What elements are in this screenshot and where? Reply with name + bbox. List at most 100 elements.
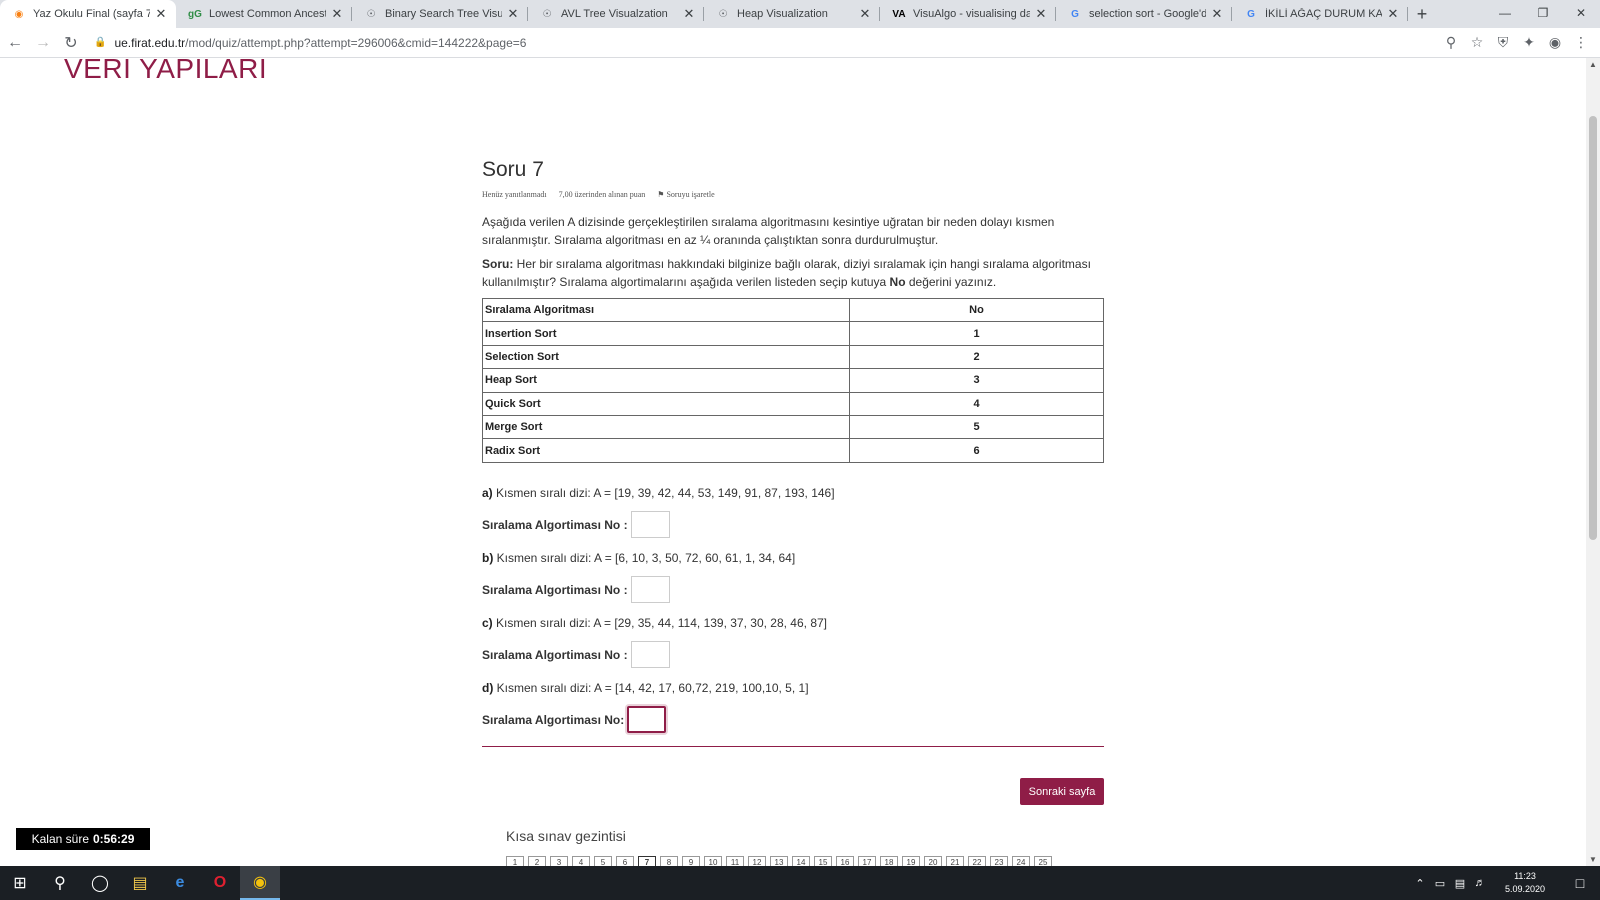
question-block: Soru 7 Henüz yanıtlanmadı 7,00 üzerinden… [482, 158, 1104, 743]
next-page-button[interactable]: Sonraki sayfa [1020, 778, 1104, 805]
quiz-nav-page[interactable]: 13 [770, 856, 788, 866]
quiz-nav-page[interactable]: 10 [704, 856, 722, 866]
reload-icon[interactable]: ↻ [58, 30, 84, 56]
forward-arrow-icon[interactable]: → [30, 30, 56, 56]
close-tab-icon[interactable]: ✕ [330, 6, 344, 22]
answer-parts: a) Kısmen sıralı dizi: A = [19, 39, 42, … [482, 483, 1104, 734]
quiz-nav-page[interactable]: 14 [792, 856, 810, 866]
extensions-icon[interactable]: ✦ [1516, 30, 1542, 56]
close-tab-icon[interactable]: ✕ [1034, 6, 1048, 22]
close-tab-icon[interactable]: ✕ [1386, 6, 1400, 22]
close-tab-icon[interactable]: ✕ [154, 6, 168, 22]
answer-input[interactable] [627, 706, 667, 734]
task-view-icon[interactable]: ◯ [80, 866, 120, 900]
search-icon[interactable]: ⚲ [40, 866, 80, 900]
chrome-icon[interactable]: ◉ [240, 866, 280, 900]
lock-icon: 🔒 [94, 37, 107, 48]
quiz-nav-page[interactable]: 16 [836, 856, 854, 866]
quiz-nav-page[interactable]: 23 [990, 856, 1008, 866]
quiz-nav-page[interactable]: 6 [616, 856, 634, 866]
close-tab-icon[interactable]: ✕ [506, 6, 520, 22]
quiz-nav-page[interactable]: 18 [880, 856, 898, 866]
browser-tab[interactable]: VA VisuAlgo - visualising data s ✕ [880, 0, 1056, 28]
close-tab-icon[interactable]: ✕ [1210, 6, 1224, 22]
table-header-row: Sıralama Algoritması No [482, 297, 1104, 323]
file-explorer-icon[interactable]: ▤ [120, 866, 160, 900]
flag-question-link[interactable]: ⚑ Soruyu işaretle [657, 190, 714, 199]
network-icon[interactable]: ▤ [1450, 877, 1470, 890]
table-row: Insertion Sort 1 [482, 321, 1104, 346]
browser-tab[interactable]: ◉ Yaz Okulu Final (sayfa 7 / 33 ✕ [0, 0, 176, 28]
scroll-up-icon[interactable]: ▲ [1586, 60, 1600, 69]
zoom-icon[interactable]: ⚲ [1438, 30, 1464, 56]
quiz-nav-page[interactable]: 2 [528, 856, 546, 866]
quiz-nav-page[interactable]: 15 [814, 856, 832, 866]
quiz-nav-page[interactable]: 1 [506, 856, 524, 866]
quiz-nav-page[interactable]: 8 [660, 856, 678, 866]
scrollbar-thumb[interactable] [1589, 116, 1597, 540]
quiz-nav-page[interactable]: 3 [550, 856, 568, 866]
quiz-nav-page[interactable]: 9 [682, 856, 700, 866]
new-tab-button[interactable]: + [1408, 0, 1436, 28]
notifications-icon[interactable]: □ [1560, 875, 1600, 891]
browser-tab[interactable]: ☉ Heap Visualization ✕ [704, 0, 880, 28]
opera-icon[interactable]: O [200, 866, 240, 900]
quiz-nav-page[interactable]: 22 [968, 856, 986, 866]
quiz-nav-page[interactable]: 12 [748, 856, 766, 866]
page-scrollbar[interactable]: ▲ ▼ [1586, 58, 1600, 866]
address-bar[interactable]: 🔒 ue.firat.edu.tr/mod/quiz/attempt.php?a… [94, 30, 1438, 56]
star-icon[interactable]: ☆ [1464, 30, 1490, 56]
minimize-icon[interactable]: — [1486, 0, 1524, 26]
menu-icon[interactable]: ⋮ [1568, 30, 1594, 56]
browser-tab[interactable]: G İKİLİ AĞAÇ DURUM KARMA ✕ [1232, 0, 1408, 28]
moodle-icon: ◉ [14, 8, 24, 20]
close-tab-icon[interactable]: ✕ [858, 6, 872, 22]
tray-chevron-icon[interactable]: ⌃ [1410, 877, 1430, 890]
edge-icon[interactable]: e [160, 866, 200, 900]
algorithm-no: 6 [849, 438, 1104, 463]
quiz-nav-page[interactable]: 5 [594, 856, 612, 866]
browser-tab[interactable]: ☉ AVL Tree Visualzation ✕ [528, 0, 704, 28]
partial-array-line: c) Kısmen sıralı dizi: A = [29, 35, 44, … [482, 615, 828, 630]
answer-input[interactable] [630, 641, 670, 669]
geeks-icon: gG [188, 8, 202, 20]
browser-tab[interactable]: ☉ Binary Search Tree Visualiza ✕ [352, 0, 528, 28]
close-window-icon[interactable]: ✕ [1562, 0, 1600, 26]
quiz-nav-page[interactable]: 11 [726, 856, 744, 866]
algorithm-no: 2 [849, 344, 1104, 370]
visualgo-icon: VA [892, 8, 906, 20]
quiz-navigation: 1 2 3 4 5 6 7 8 9 10 11 12 13 14 15 16 17 18 19 20 21 22 23 24 2… [506, 856, 1052, 866]
answer-input[interactable] [630, 576, 670, 604]
algorithm-table: Sıralama Algoritması No Insertion Sort 1 S… [482, 297, 1104, 463]
table-row: Heap Sort 3 [482, 368, 1104, 393]
battery-icon[interactable]: ▭ [1430, 877, 1450, 890]
browser-tab[interactable]: Gselection sort - Google'da A ✕ [1056, 0, 1232, 28]
quiz-nav-page[interactable]: 25 [1034, 856, 1052, 866]
browser-tab[interactable]: gG Lowest Common Ancestor ✕ [176, 0, 352, 28]
quiz-nav-page[interactable]: 24 [1012, 856, 1030, 866]
url-path: /mod/quiz/attempt.php?attempt=296006&cmi… [185, 35, 527, 50]
question-marks: 7,00 üzerinden alınan puan [558, 190, 646, 199]
tab-title: selection sort - Google'da A [1089, 8, 1206, 20]
volume-icon[interactable]: ♬ [1470, 877, 1490, 889]
url-host: ue.firat.edu.tr [114, 35, 186, 50]
restore-icon[interactable]: ❐ [1524, 0, 1562, 26]
quiz-nav-page[interactable]: 21 [946, 856, 964, 866]
back-arrow-icon[interactable]: ← [2, 30, 28, 56]
quiz-nav-page[interactable]: 17 [858, 856, 876, 866]
windows-start-icon[interactable]: ⊞ [0, 866, 40, 900]
quiz-nav-page[interactable]: 7 [638, 856, 656, 866]
profile-icon[interactable]: ◉ [1542, 30, 1568, 56]
partial-array-line: a) Kısmen sıralı dizi: A = [19, 39, 42, … [482, 485, 835, 500]
question-status: Henüz yanıtlanmadı [482, 190, 547, 199]
answer-input[interactable] [630, 511, 670, 539]
quiz-nav-page[interactable]: 19 [902, 856, 920, 866]
quiz-nav-page[interactable]: 4 [572, 856, 590, 866]
algorithm-name: Quick Sort [482, 391, 850, 416]
quiz-nav-page[interactable]: 20 [924, 856, 942, 866]
scroll-down-icon[interactable]: ▼ [1586, 855, 1600, 864]
close-tab-icon[interactable]: ✕ [682, 6, 696, 22]
tab-title: Binary Search Tree Visualiza [385, 8, 502, 20]
clock[interactable]: 11:23 5.09.2020 [1490, 870, 1560, 896]
shield-icon[interactable]: ⛨ [1490, 30, 1516, 56]
